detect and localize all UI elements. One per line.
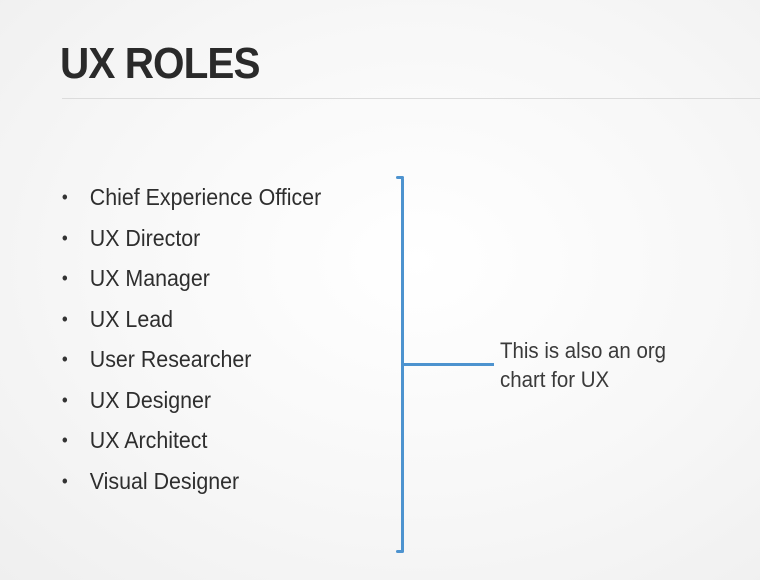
bullet-icon: • <box>61 268 68 288</box>
role-label: Visual Designer <box>89 467 240 494</box>
role-label: Chief Experience Officer <box>89 184 322 210</box>
callout-text: This is also an org chart for UX <box>500 338 667 392</box>
list-item: • UX Director <box>60 219 321 260</box>
bullet-icon: • <box>61 187 68 207</box>
roles-list: • Chief Experience Officer • UX Director… <box>60 178 341 502</box>
bracket-arm <box>403 363 494 366</box>
bullet-icon: • <box>61 389 68 410</box>
list-item: • UX Lead <box>60 300 321 341</box>
title-divider <box>62 98 760 99</box>
list-item: • UX Manager <box>60 259 321 300</box>
bullet-icon: • <box>61 349 68 369</box>
role-label: User Researcher <box>89 346 252 372</box>
list-item: • UX Architect <box>60 421 321 462</box>
role-label: UX Architect <box>89 427 208 453</box>
slide: UX ROLES • Chief Experience Officer • UX… <box>0 0 760 580</box>
role-label: UX Director <box>89 224 201 251</box>
list-item: • User Researcher <box>60 340 321 381</box>
bullet-icon: • <box>61 430 68 450</box>
bullet-icon: • <box>61 308 68 329</box>
role-label: UX Manager <box>89 265 210 291</box>
list-item: • UX Designer <box>60 381 321 422</box>
bullet-icon: • <box>61 227 68 248</box>
list-item: • Visual Designer <box>60 462 321 503</box>
bracket-bottom-cap <box>396 550 404 553</box>
slide-title: UX ROLES <box>60 39 260 88</box>
role-label: UX Designer <box>89 386 212 413</box>
bullet-icon: • <box>61 470 68 491</box>
role-label: UX Lead <box>89 305 174 332</box>
list-item: • Chief Experience Officer <box>60 178 321 219</box>
